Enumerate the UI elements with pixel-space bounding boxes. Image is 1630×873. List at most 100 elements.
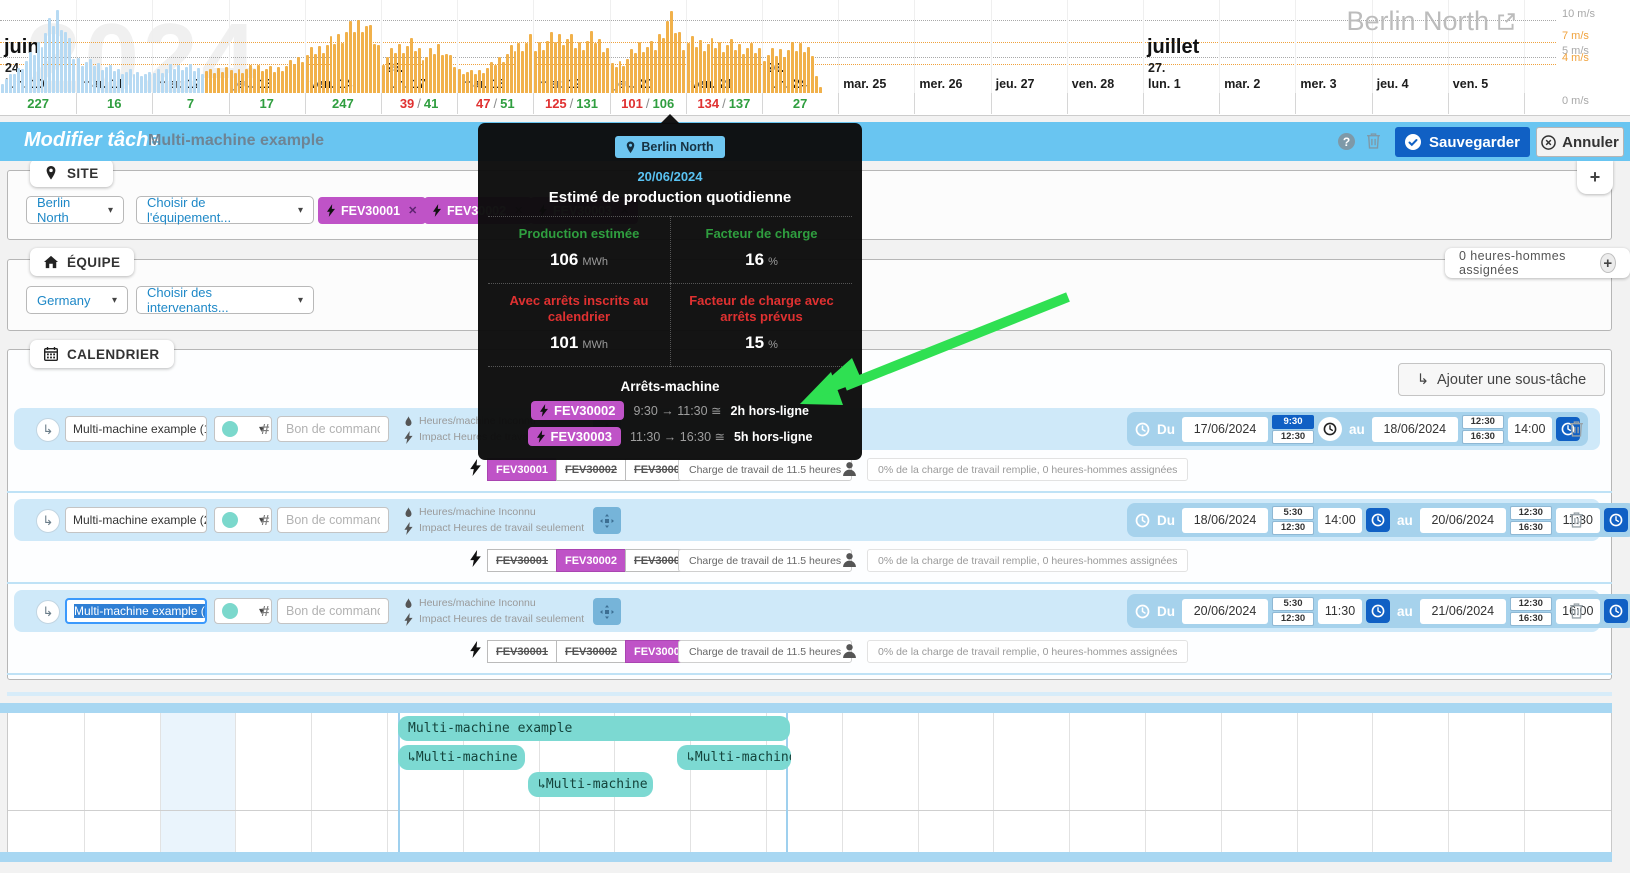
wind-bar [216,68,220,93]
start-time-option-1[interactable]: 5:30 [1272,505,1314,520]
end-time-input[interactable]: 14:00 [1507,416,1552,442]
end-time-option-1[interactable]: 12:30 [1509,596,1552,611]
order-number-input[interactable] [277,598,389,624]
wind-day-column[interactable] [77,58,152,93]
wind-bar [200,74,204,93]
wind-bar [799,43,802,93]
wind-day-column[interactable] [610,11,685,93]
wind-bar [321,53,325,93]
start-date-input[interactable]: 17/06/2024 [1182,416,1268,442]
end-date-input[interactable]: 18/06/2024 [1371,416,1458,442]
open-site-icon[interactable] [1498,13,1515,30]
bolt-icon [327,204,335,217]
wind-bar [630,49,634,93]
remove-tag-icon[interactable]: ✕ [408,204,417,217]
wind-bar [401,53,405,93]
wind-day-column[interactable] [229,57,304,93]
manhours-tab[interactable]: 0 heures-hommes assignées + [1445,248,1630,278]
day-production-cell: 227 [0,93,78,114]
add-site-button[interactable]: + [1577,160,1613,194]
wind-bar [32,55,36,93]
end-time-option-2[interactable]: 16:30 [1509,520,1552,535]
workers-select[interactable]: Choisir des intervenants... ▾ [136,285,314,315]
start-time-option-1[interactable]: 5:30 [1272,596,1314,611]
start-time-option-2[interactable]: 12:30 [1272,520,1314,535]
equipment-select[interactable]: Choisir de l'équipement... ▾ [136,195,314,225]
delete-subtask-button[interactable] [1569,511,1584,529]
machine-option[interactable]: FEV30002 [555,549,625,572]
start-clock-button[interactable] [1318,417,1342,441]
wind-bar [397,44,401,93]
end-date-input[interactable]: 20/06/2024 [1419,507,1506,533]
help-icon[interactable]: ? [1338,133,1355,150]
gantt-bar[interactable]: ↳Multi-machine [398,745,525,770]
start-date-input[interactable]: 20/06/2024 [1182,598,1268,624]
wind-bar [562,45,566,93]
site-select[interactable]: Berlin North ▾ [26,195,124,225]
machine-option[interactable]: FEV30001 [487,549,556,572]
delete-subtask-button[interactable] [1569,602,1584,620]
wind-day-column[interactable] [686,36,761,93]
machine-option[interactable]: FEV30001 [487,640,556,663]
cancel-button[interactable]: Annuler [1536,127,1624,157]
machine-hours-note: Heures/machine Inconnu Impact Heures de … [404,595,584,627]
day-production-cell [1143,93,1221,114]
start-date-input[interactable]: 18/06/2024 [1182,507,1268,533]
equipment-tag[interactable]: FEV30001 ✕ [318,197,427,224]
wind-bar [233,73,237,93]
gantt-bar[interactable]: Multi-machine example [398,716,790,741]
move-button[interactable] [593,598,621,625]
machine-option[interactable]: FEV30002 [555,640,625,663]
subtask-name-input[interactable]: Multi-machine example (2) [65,507,207,533]
end-time-option-2[interactable]: 16:30 [1461,429,1504,444]
start-time-option-1[interactable]: 9:30 [1272,414,1314,429]
team-select[interactable]: Germany ▾ [26,286,128,314]
end-clock-button[interactable] [1603,599,1628,623]
wind-day-column[interactable] [382,38,457,93]
end-clock-button[interactable] [1603,508,1628,532]
day-production-cell: 17 [229,93,306,114]
machine-option[interactable]: FEV30001 [487,458,556,481]
end-time-option-2[interactable]: 16:30 [1509,611,1552,626]
end-date-input[interactable]: 21/06/2024 [1419,598,1506,624]
wind-day-column[interactable] [534,31,609,93]
wind-day-column[interactable] [458,34,533,93]
end-time-option-1[interactable]: 12:30 [1509,505,1552,520]
order-number-input[interactable] [277,507,389,533]
subtask-arrow-icon: ↳ [1416,371,1430,388]
add-subtask-button[interactable]: ↳ Ajouter une sous-tâche [1398,363,1605,396]
start-time-option-2[interactable]: 12:30 [1272,611,1314,626]
start-time-input[interactable]: 14:00 [1318,507,1362,533]
wind-day-column[interactable] [153,64,228,93]
machine-stop-row: FEV30002 9:30 → 11:30 ≅ 2h hors-ligne [478,401,862,420]
subtask-name-input[interactable]: Multi-machine example (3) [65,598,207,624]
start-time-option-2[interactable]: 12:30 [1272,429,1314,444]
wind-bar [300,62,304,93]
wind-day-column[interactable] [305,20,380,93]
workload-label: Charge de travail de 11.5 heures [678,549,853,572]
subtask-name-input[interactable]: Multi-machine example (1) [65,416,207,442]
wind-bar [93,66,96,93]
machine-option[interactable]: FEV30002 [555,458,625,481]
gantt-bar[interactable]: ↳Multi-machine [528,772,653,797]
save-button[interactable]: Sauvegarder [1395,127,1530,157]
date-range-pill: Du 20/06/2024 5:30 12:30 11:30 au 21/06/… [1127,594,1630,628]
start-time-input[interactable]: 11:30 [1318,598,1362,624]
move-button[interactable] [593,507,621,534]
gantt-bar[interactable]: ↳Multi-machine [677,745,791,770]
wind-bar [169,64,173,93]
wind-day-column[interactable] [1,10,76,93]
end-time-option-1[interactable]: 12:30 [1461,414,1504,429]
tooltip-notch [660,114,680,124]
end-time-options: 12:30 16:30 [1509,596,1552,626]
wind-bar [509,45,513,93]
wind-bar [425,57,429,93]
delete-task-icon[interactable] [1366,132,1381,150]
start-clock-button[interactable] [1366,508,1390,532]
order-number-input[interactable] [277,416,389,442]
delete-subtask-button[interactable] [1569,420,1584,438]
wind-day-column[interactable] [763,42,837,93]
wind-bar [646,47,650,93]
start-clock-button[interactable] [1366,599,1390,623]
wind-bar [730,39,734,93]
